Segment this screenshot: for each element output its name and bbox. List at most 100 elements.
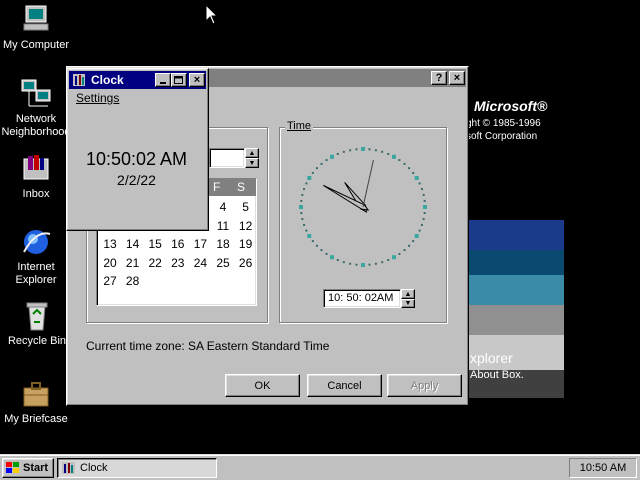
minute-marker [305, 229, 308, 232]
minute-marker [305, 182, 308, 185]
minute-marker [311, 171, 314, 174]
year-spinner-field[interactable] [209, 148, 245, 168]
calendar-day[interactable]: 28 [122, 272, 144, 290]
desktop-icon-my-briefcase[interactable]: My Briefcase [0, 378, 76, 426]
hour-marker [414, 234, 419, 238]
clock-app-icon [73, 74, 85, 86]
minute-marker [423, 199, 426, 202]
calendar-day[interactable]: 19 [235, 235, 257, 253]
splash-product: xplorer [470, 350, 513, 366]
minute-marker [423, 212, 426, 215]
spin-up-button[interactable]: ▲ [245, 148, 259, 158]
spin-down-button[interactable]: ▼ [401, 299, 415, 308]
calendar-day[interactable]: 12 [235, 217, 257, 235]
time-spinner[interactable]: ▲ ▼ [401, 289, 415, 308]
hour-marker [361, 263, 365, 267]
briefcase-icon [20, 378, 52, 410]
calendar-day[interactable]: 20 [99, 254, 121, 272]
minute-marker [420, 188, 423, 191]
calendar-day[interactable]: 13 [99, 235, 121, 253]
calendar-day[interactable]: 25 [212, 254, 234, 272]
minute-marker [408, 167, 411, 170]
desktop-icon-internet-explorer[interactable]: Internet Explorer [0, 226, 76, 287]
minute-marker [381, 261, 384, 264]
calendar-day[interactable]: 26 [235, 254, 257, 272]
cancel-button[interactable]: Cancel [307, 374, 382, 397]
minute-marker [325, 159, 328, 162]
calendar-day[interactable]: 17 [189, 235, 211, 253]
maximize-button[interactable] [171, 73, 187, 87]
calendar-day[interactable]: 16 [167, 235, 189, 253]
spin-up-button[interactable]: ▲ [401, 289, 415, 299]
minute-marker [300, 212, 303, 215]
splash-copyright: soft Corporation [466, 131, 538, 142]
calendar-day[interactable]: 24 [189, 254, 211, 272]
minute-marker [374, 149, 377, 152]
taskbar-button-label: Clock [80, 462, 108, 474]
day-header: F [213, 180, 221, 194]
taskbar-button-clock[interactable]: Clock [57, 458, 217, 478]
hour-marker [361, 147, 365, 151]
minute-marker [355, 263, 358, 266]
calendar-day[interactable]: 14 [122, 235, 144, 253]
minute-marker [387, 153, 390, 156]
year-spinner[interactable]: ▲ ▼ [245, 148, 259, 168]
internet-explorer-icon [20, 226, 52, 258]
minute-marker [422, 193, 425, 196]
minute-marker [320, 162, 323, 165]
minimize-button[interactable] [155, 73, 171, 87]
minute-marker [403, 249, 406, 252]
minute-marker [336, 153, 339, 156]
minute-marker [303, 223, 306, 226]
hour-marker [392, 255, 396, 260]
recycle-bin-icon [21, 300, 53, 332]
minute-marker [420, 223, 423, 226]
desktop-icon-my-computer[interactable]: My Computer [0, 4, 76, 52]
minute-marker [422, 218, 425, 221]
minute-marker [408, 244, 411, 247]
clock-app-icon [62, 462, 75, 474]
calendar-day[interactable]: 11 [212, 217, 234, 235]
spin-down-button[interactable]: ▼ [245, 158, 259, 168]
minute-marker [381, 150, 384, 153]
calendar-day[interactable]: 5 [235, 198, 257, 216]
minute-marker [303, 188, 306, 191]
calendar-day[interactable]: 15 [144, 235, 166, 253]
desktop-icon-inbox[interactable]: Inbox [0, 153, 76, 201]
apply-button[interactable]: Apply [387, 374, 462, 397]
hour-marker [299, 205, 303, 209]
minute-marker [315, 167, 318, 170]
hour-marker [330, 154, 334, 159]
time-field-value: 10: 50: 02AM [328, 292, 394, 304]
menu-settings[interactable]: Settings [76, 91, 119, 105]
start-label: Start [23, 462, 49, 474]
desktop-icon-label: Internet [17, 261, 55, 273]
close-button[interactable]: × [449, 71, 465, 85]
hour-marker [307, 176, 312, 180]
splash-about: About Box. [470, 369, 524, 381]
calendar-day[interactable]: 18 [212, 235, 234, 253]
clock-date: 2/2/22 [117, 172, 156, 188]
minute-marker [398, 252, 401, 255]
timezone-text: Current time zone: SA Eastern Standard T… [86, 339, 330, 353]
ok-button[interactable]: OK [225, 374, 300, 397]
minute-hand [322, 184, 370, 211]
calendar-day[interactable]: 4 [212, 198, 234, 216]
computer-icon [20, 4, 52, 36]
calendar-day[interactable]: 21 [122, 254, 144, 272]
calendar-day[interactable]: 22 [144, 254, 166, 272]
calendar-day[interactable]: 23 [167, 254, 189, 272]
minute-marker [368, 148, 371, 151]
day-header: S [237, 180, 246, 194]
second-hand [362, 159, 374, 208]
desktop-icon-network-neighborhood[interactable]: Network Neighborhood [0, 78, 76, 139]
calendar-day[interactable]: 27 [99, 272, 121, 290]
time-field[interactable]: 10: 50: 02AM [323, 289, 401, 308]
inbox-icon [20, 153, 52, 185]
start-button[interactable]: Start [2, 458, 54, 478]
close-button[interactable]: × [189, 73, 205, 87]
tray-clock[interactable]: 10:50 AM [580, 462, 626, 474]
minute-marker [412, 171, 415, 174]
clock-window: Clock × Settings 10:50:02 AM 2/2/22 [66, 68, 209, 231]
help-button[interactable]: ? [431, 71, 447, 85]
